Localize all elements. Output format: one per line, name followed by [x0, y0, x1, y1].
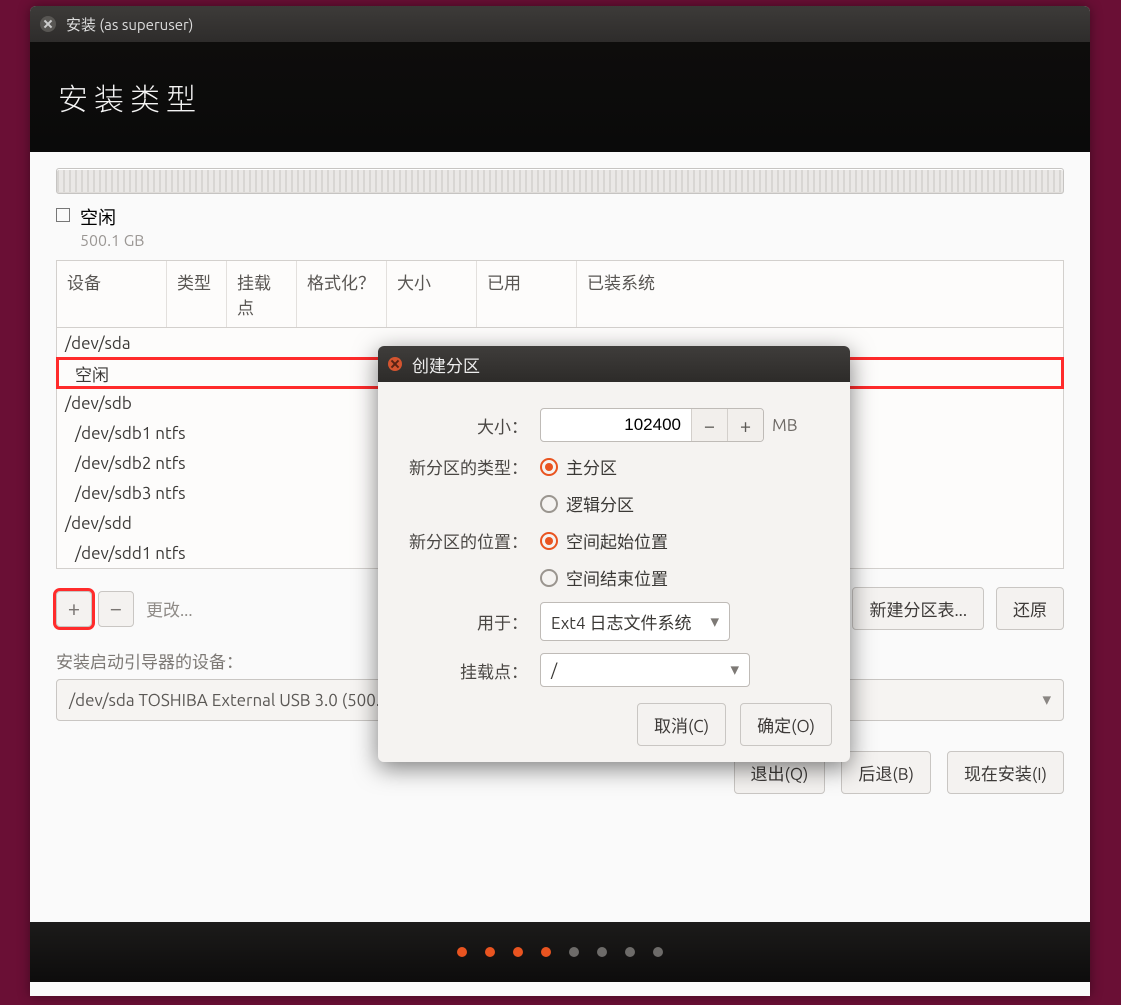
- mount-label: 挂载点：: [396, 658, 528, 683]
- page-title: 安装类型: [30, 42, 1090, 152]
- install-button[interactable]: 现在安装(I): [947, 751, 1064, 794]
- free-space-size: 500.1 GB: [80, 232, 144, 250]
- dialog-ok-button[interactable]: 确定(O): [740, 703, 832, 746]
- window-title: 安装 (as superuser): [66, 14, 193, 35]
- pager-dot[interactable]: [597, 947, 607, 957]
- device-name: /dev/sdb: [65, 394, 235, 413]
- col-mount[interactable]: 挂载点: [227, 261, 297, 327]
- col-format[interactable]: 格式化？: [297, 261, 387, 327]
- type-label: 新分区的类型：: [396, 454, 528, 479]
- device-name: 空闲: [75, 361, 245, 386]
- size-input[interactable]: [541, 409, 691, 441]
- new-partition-table-button[interactable]: 新建分区表...: [852, 587, 984, 630]
- remove-partition-button[interactable]: −: [98, 591, 134, 627]
- location-label: 新分区的位置：: [396, 528, 528, 553]
- free-space-label: 空闲: [80, 204, 144, 230]
- pager-dot[interactable]: [513, 947, 523, 957]
- device-name: /dev/sdd1 ntfs: [75, 544, 245, 563]
- free-space-swatch: [56, 208, 70, 222]
- device-name: /dev/sdb2 ntfs: [75, 454, 245, 473]
- window-titlebar: 安装 (as superuser): [30, 6, 1090, 42]
- col-installed[interactable]: 已装系统: [577, 261, 1063, 327]
- device-name: /dev/sdd: [65, 514, 235, 533]
- dialog-title: 创建分区: [412, 352, 480, 377]
- dialog-close-icon[interactable]: [388, 357, 402, 371]
- pager-dot[interactable]: [485, 947, 495, 957]
- free-space-summary: 空闲 500.1 GB: [56, 204, 1064, 250]
- col-used[interactable]: 已用: [477, 261, 577, 327]
- pager-dot[interactable]: [541, 947, 551, 957]
- type-logical-label: 逻辑分区: [566, 491, 634, 516]
- mount-point-value: /: [551, 661, 557, 680]
- pager-dot[interactable]: [457, 947, 467, 957]
- chevron-down-icon: ▾: [730, 660, 739, 680]
- col-device[interactable]: 设备: [57, 261, 167, 327]
- col-size[interactable]: 大小: [387, 261, 477, 327]
- filesystem-select[interactable]: Ext4 日志文件系统 ▾: [540, 602, 730, 641]
- add-partition-button[interactable]: +: [56, 591, 92, 627]
- filesystem-value: Ext4 日志文件系统: [551, 609, 691, 634]
- device-name: /dev/sdb3 ntfs: [75, 484, 245, 503]
- type-primary-label: 主分区: [566, 454, 617, 479]
- size-spinner[interactable]: − +: [540, 408, 764, 442]
- col-type[interactable]: 类型: [167, 261, 227, 327]
- location-end-radio[interactable]: [540, 569, 558, 587]
- chevron-down-icon: ▾: [1042, 690, 1051, 710]
- type-logical-radio[interactable]: [540, 495, 558, 513]
- dialog-titlebar: 创建分区: [378, 346, 850, 382]
- use-as-label: 用于：: [396, 609, 528, 634]
- partition-table-header: 设备 类型 挂载点 格式化？ 大小 已用 已装系统: [57, 261, 1063, 328]
- window-close-icon[interactable]: [40, 16, 56, 32]
- disk-usage-bar: [56, 168, 1064, 194]
- chevron-down-icon: ▾: [710, 612, 719, 632]
- size-decrement-button[interactable]: −: [691, 409, 727, 441]
- change-partition-button[interactable]: 更改...: [146, 596, 193, 621]
- device-name: /dev/sdb1 ntfs: [75, 424, 245, 443]
- location-begin-label: 空间起始位置: [566, 528, 668, 553]
- back-button[interactable]: 后退(B): [841, 751, 931, 794]
- size-increment-button[interactable]: +: [727, 409, 763, 441]
- location-end-label: 空间结束位置: [566, 565, 668, 590]
- device-name: /dev/sda: [65, 334, 235, 353]
- step-pager: [30, 922, 1090, 982]
- size-label: 大小：: [396, 413, 528, 438]
- size-unit: MB: [772, 416, 798, 435]
- pager-dot[interactable]: [569, 947, 579, 957]
- mount-point-select[interactable]: / ▾: [540, 653, 750, 687]
- pager-dot[interactable]: [625, 947, 635, 957]
- revert-button[interactable]: 还原: [996, 587, 1064, 630]
- location-begin-radio[interactable]: [540, 532, 558, 550]
- create-partition-dialog: 创建分区 大小： − + MB 新分区的类型： 主分区 逻辑分区 新分区的位置：…: [378, 346, 850, 762]
- bootloader-device-value: /dev/sda TOSHIBA External USB 3.0 (500.1…: [69, 691, 416, 710]
- type-primary-radio[interactable]: [540, 458, 558, 476]
- pager-dot[interactable]: [653, 947, 663, 957]
- dialog-cancel-button[interactable]: 取消(C): [637, 703, 726, 746]
